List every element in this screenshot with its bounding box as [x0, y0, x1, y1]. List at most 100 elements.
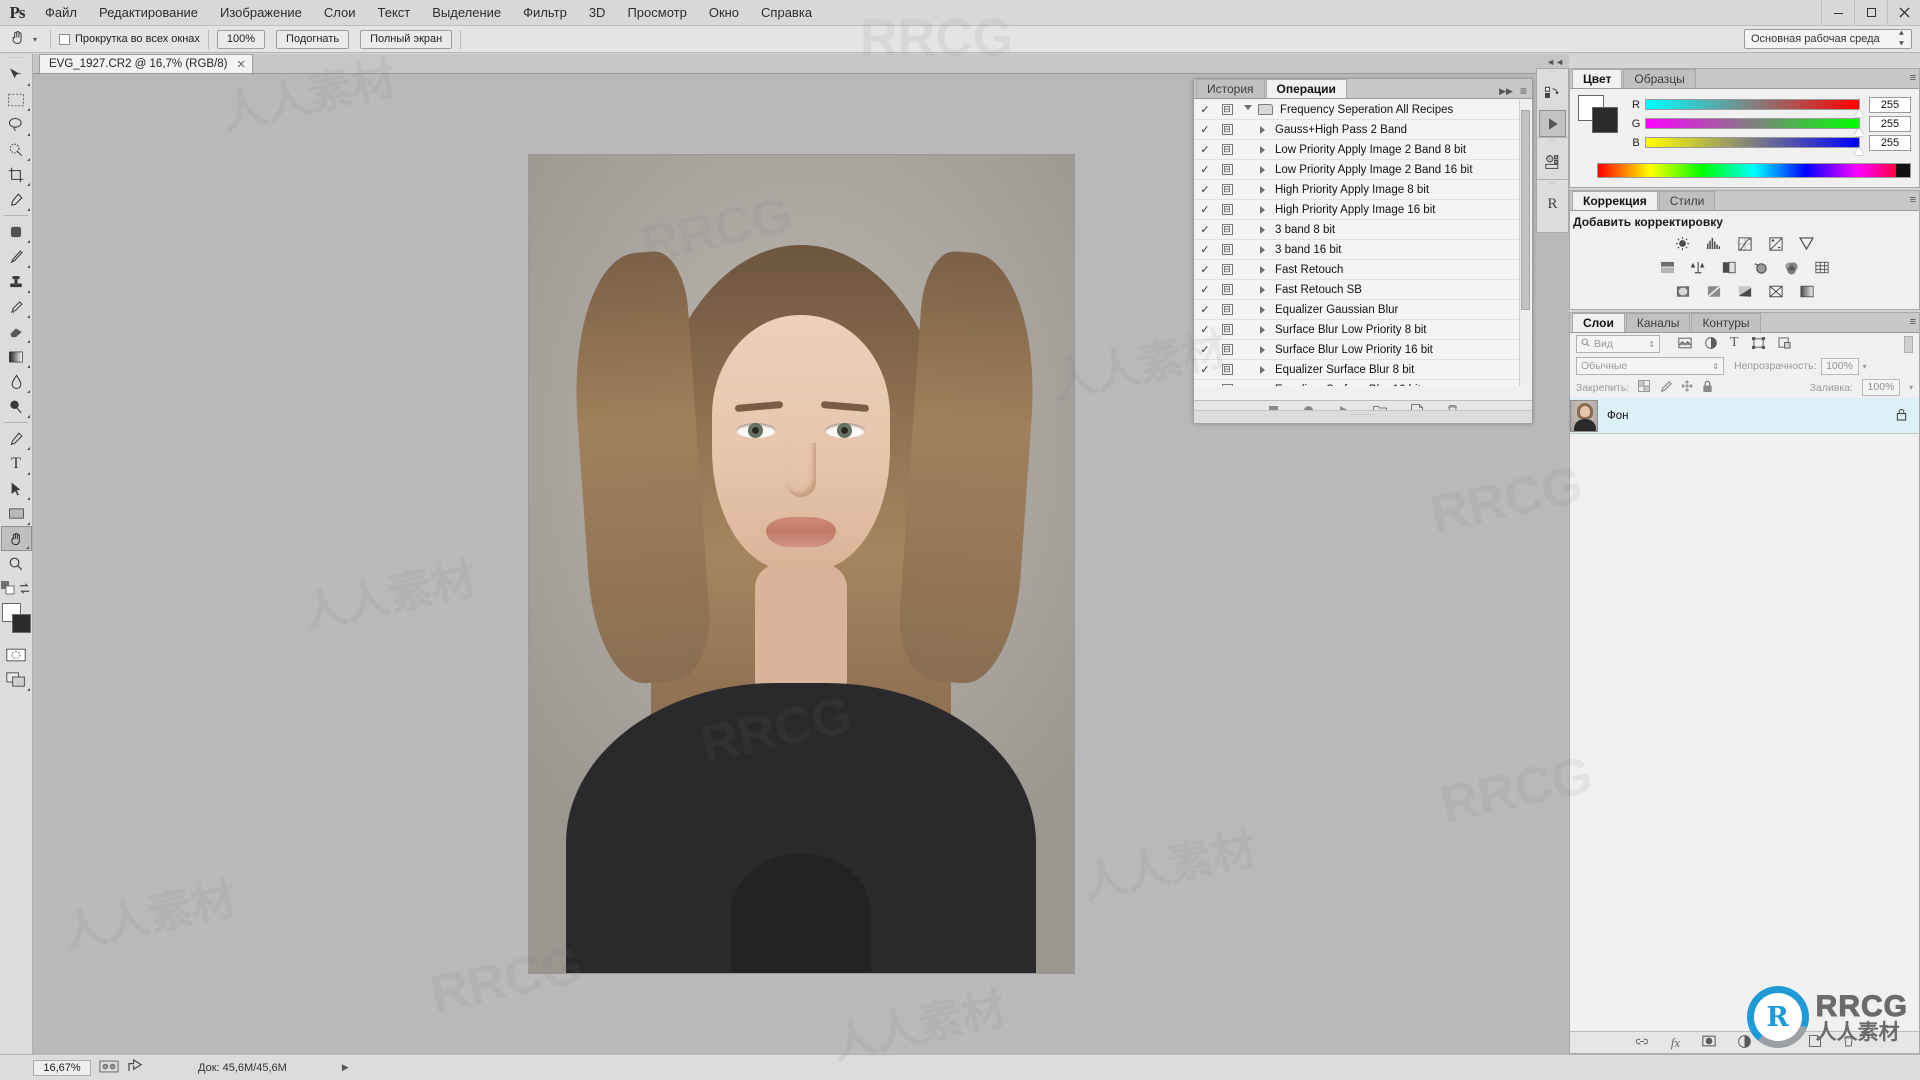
- opacity-caret-icon[interactable]: ▾: [1863, 362, 1867, 371]
- close-button[interactable]: [1887, 0, 1920, 25]
- action-toggle-checkmark[interactable]: ✓: [1194, 343, 1216, 356]
- camera-raw-icon[interactable]: R: [1537, 187, 1568, 221]
- menu-help[interactable]: Справка: [750, 2, 823, 23]
- layer-mask-button[interactable]: [1702, 1035, 1716, 1050]
- action-dialog-toggle[interactable]: ⊟: [1216, 304, 1238, 315]
- 3d-icon[interactable]: [1537, 145, 1568, 179]
- scrollbar-thumb[interactable]: [1521, 110, 1530, 310]
- chevron-right-icon[interactable]: [1252, 385, 1272, 386]
- color-balance-icon[interactable]: [1688, 259, 1708, 276]
- menu-3d[interactable]: 3D: [578, 2, 617, 23]
- share-icon[interactable]: [128, 1058, 143, 1076]
- actions-play-icon[interactable]: [1539, 110, 1566, 137]
- layer-thumbnail[interactable]: [1570, 399, 1598, 432]
- color-swatches[interactable]: [1, 602, 32, 636]
- action-row[interactable]: ✓ ⊟ 3 band 8 bit: [1194, 220, 1532, 240]
- menu-filter[interactable]: Фильтр: [512, 2, 578, 23]
- actions-list[interactable]: ✓ ⊟ Frequency Seperation All Recipes ✓ ⊟…: [1194, 100, 1532, 386]
- chevron-right-icon[interactable]: [1252, 365, 1272, 374]
- gradient-map-icon[interactable]: [1797, 283, 1817, 300]
- chevron-right-icon[interactable]: [1252, 225, 1272, 234]
- history-brush-tool[interactable]: [1, 294, 32, 319]
- gradient-tool[interactable]: [1, 344, 32, 369]
- blur-tool[interactable]: [1, 369, 32, 394]
- action-toggle-checkmark[interactable]: ✓: [1194, 183, 1216, 196]
- action-row[interactable]: ✓ ⊟ Low Priority Apply Image 2 Band 16 b…: [1194, 160, 1532, 180]
- chevron-updown-icon[interactable]: ⇕: [1648, 340, 1655, 349]
- swap-colors-icon[interactable]: [18, 582, 31, 598]
- menu-file[interactable]: Файл: [34, 2, 88, 23]
- actions-resize-grip[interactable]: ⋯⋯⋯: [1194, 410, 1532, 423]
- action-toggle-checkmark[interactable]: ✓: [1194, 123, 1216, 136]
- action-dialog-toggle[interactable]: ⊟: [1216, 264, 1238, 275]
- dock-grip-2[interactable]: ⋯: [1537, 138, 1568, 145]
- chevron-right-icon[interactable]: [1252, 125, 1272, 134]
- action-toggle-checkmark[interactable]: ✓: [1194, 263, 1216, 276]
- chevron-right-icon[interactable]: [1252, 345, 1272, 354]
- action-dialog-toggle[interactable]: ⊟: [1216, 184, 1238, 195]
- action-dialog-toggle[interactable]: ⊟: [1216, 164, 1238, 175]
- channel-mixer-icon[interactable]: [1781, 259, 1801, 276]
- curves-icon[interactable]: [1735, 235, 1755, 252]
- action-dialog-toggle[interactable]: ⊟: [1216, 244, 1238, 255]
- menu-image[interactable]: Изображение: [209, 2, 313, 23]
- type-tool[interactable]: T: [1, 451, 32, 476]
- action-dialog-toggle[interactable]: ⊟: [1216, 344, 1238, 355]
- zoom-tool[interactable]: [1, 551, 32, 576]
- lasso-tool[interactable]: [1, 112, 32, 137]
- path-selection-tool[interactable]: [1, 476, 32, 501]
- menu-select[interactable]: Выделение: [421, 2, 512, 23]
- color-slider-g[interactable]: G 255: [1627, 114, 1911, 136]
- color-swatches-mini[interactable]: [1578, 95, 1620, 133]
- action-toggle-checkmark[interactable]: ✓: [1194, 243, 1216, 256]
- action-toggle-checkmark[interactable]: ✓: [1194, 203, 1216, 216]
- selective-color-icon[interactable]: [1766, 283, 1786, 300]
- scroll-all-windows-checkbox[interactable]: Прокрутка во всех окнах: [59, 33, 200, 45]
- channel-value-g[interactable]: 255: [1869, 115, 1911, 132]
- channel-value-b[interactable]: 255: [1869, 134, 1911, 151]
- status-expand-arrow[interactable]: ▶: [342, 1062, 349, 1073]
- panel-menu-icon[interactable]: ≡: [1910, 72, 1917, 84]
- action-dialog-toggle[interactable]: ⊟: [1216, 284, 1238, 295]
- dock-grip-1[interactable]: ⋯: [1537, 69, 1568, 76]
- menu-view[interactable]: Просмотр: [616, 2, 697, 23]
- action-toggle-checkmark[interactable]: ✓: [1194, 163, 1216, 176]
- threshold-icon[interactable]: [1735, 283, 1755, 300]
- tab-layers[interactable]: Слои: [1572, 313, 1625, 332]
- action-row[interactable]: ✓ ⊟ Surface Blur Low Priority 8 bit: [1194, 320, 1532, 340]
- maximize-button[interactable]: [1854, 0, 1887, 25]
- lock-position-icon[interactable]: [1681, 380, 1693, 395]
- color-spectrum-ramp[interactable]: [1597, 163, 1911, 178]
- layer-filter-kind-select[interactable]: Вид ⇕: [1576, 335, 1660, 353]
- eraser-tool[interactable]: [1, 319, 32, 344]
- actions-group-row[interactable]: ✓ ⊟ Frequency Seperation All Recipes: [1194, 100, 1532, 120]
- spectrum-black-chip[interactable]: [1896, 164, 1910, 177]
- filter-shape-icon[interactable]: [1751, 336, 1765, 352]
- action-row[interactable]: ✓ ⊟ High Priority Apply Image 8 bit: [1194, 180, 1532, 200]
- history-icon[interactable]: [1537, 76, 1568, 110]
- crop-tool[interactable]: [1, 162, 32, 187]
- slider-track-r[interactable]: [1645, 99, 1864, 117]
- tab-channels[interactable]: Каналы: [1625, 313, 1691, 332]
- link-layers-button[interactable]: [1635, 1036, 1649, 1050]
- filter-adjustment-icon[interactable]: [1705, 336, 1717, 352]
- action-row[interactable]: ✓ ⊟ Equalizer Surface Blur 8 bit: [1194, 360, 1532, 380]
- chevron-right-icon[interactable]: [1252, 305, 1272, 314]
- tab-history[interactable]: История: [1196, 79, 1265, 98]
- layer-row-background[interactable]: Фон: [1570, 398, 1919, 434]
- action-dialog-toggle[interactable]: ⊟: [1216, 104, 1238, 115]
- fit-screen-button[interactable]: Подогнать: [276, 29, 350, 49]
- chevron-right-icon[interactable]: [1252, 245, 1272, 254]
- action-row[interactable]: ✓ ⊟ High Priority Apply Image 16 bit: [1194, 200, 1532, 220]
- lock-transparency-icon[interactable]: [1638, 380, 1651, 395]
- brush-tool[interactable]: [1, 244, 32, 269]
- menu-layer[interactable]: Слои: [313, 2, 367, 23]
- lock-image-icon[interactable]: [1659, 380, 1673, 396]
- chevron-right-icon[interactable]: [1252, 325, 1272, 334]
- zoom-100-button[interactable]: 100%: [216, 29, 266, 49]
- layer-name[interactable]: Фон: [1607, 410, 1629, 422]
- action-row[interactable]: ✓ ⊟ Low Priority Apply Image 2 Band 8 bi…: [1194, 140, 1532, 160]
- minimize-button[interactable]: [1821, 0, 1854, 25]
- hand-icon[interactable]: [6, 29, 28, 49]
- tab-styles[interactable]: Стили: [1658, 191, 1716, 210]
